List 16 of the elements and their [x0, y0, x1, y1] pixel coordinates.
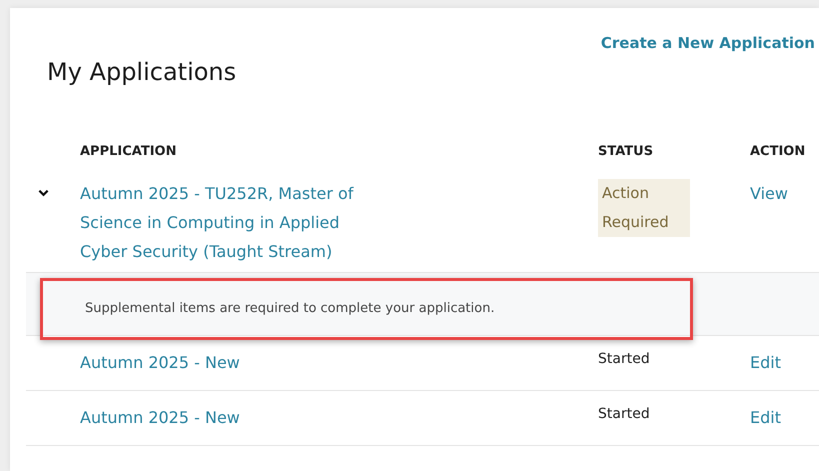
- application-link[interactable]: Autumn 2025 - New: [80, 348, 390, 377]
- column-header: ACTION: [750, 144, 806, 159]
- status-label: Action Required: [598, 179, 690, 237]
- application-link[interactable]: Autumn 2025 - New: [80, 403, 390, 432]
- status-label: Started: [598, 406, 650, 422]
- action-link[interactable]: View: [750, 184, 788, 203]
- column-header: STATUS: [598, 144, 654, 159]
- action-link[interactable]: Edit: [750, 408, 781, 427]
- page-title: My Applications: [47, 58, 238, 86]
- status-label: Started: [598, 351, 650, 367]
- action-link[interactable]: Edit: [750, 353, 781, 372]
- application-link[interactable]: Autumn 2025 - TU252R, Master of Science in Computing in Applied Cyber Security (Taught Stream): [80, 179, 390, 266]
- chevron-icon[interactable]: [38, 189, 49, 197]
- detail-message: Supplemental items are required to complete your application.: [85, 301, 495, 316]
- column-header: APPLICATION: [80, 144, 176, 159]
- create-application-link[interactable]: Create a New Application: [600, 34, 815, 52]
